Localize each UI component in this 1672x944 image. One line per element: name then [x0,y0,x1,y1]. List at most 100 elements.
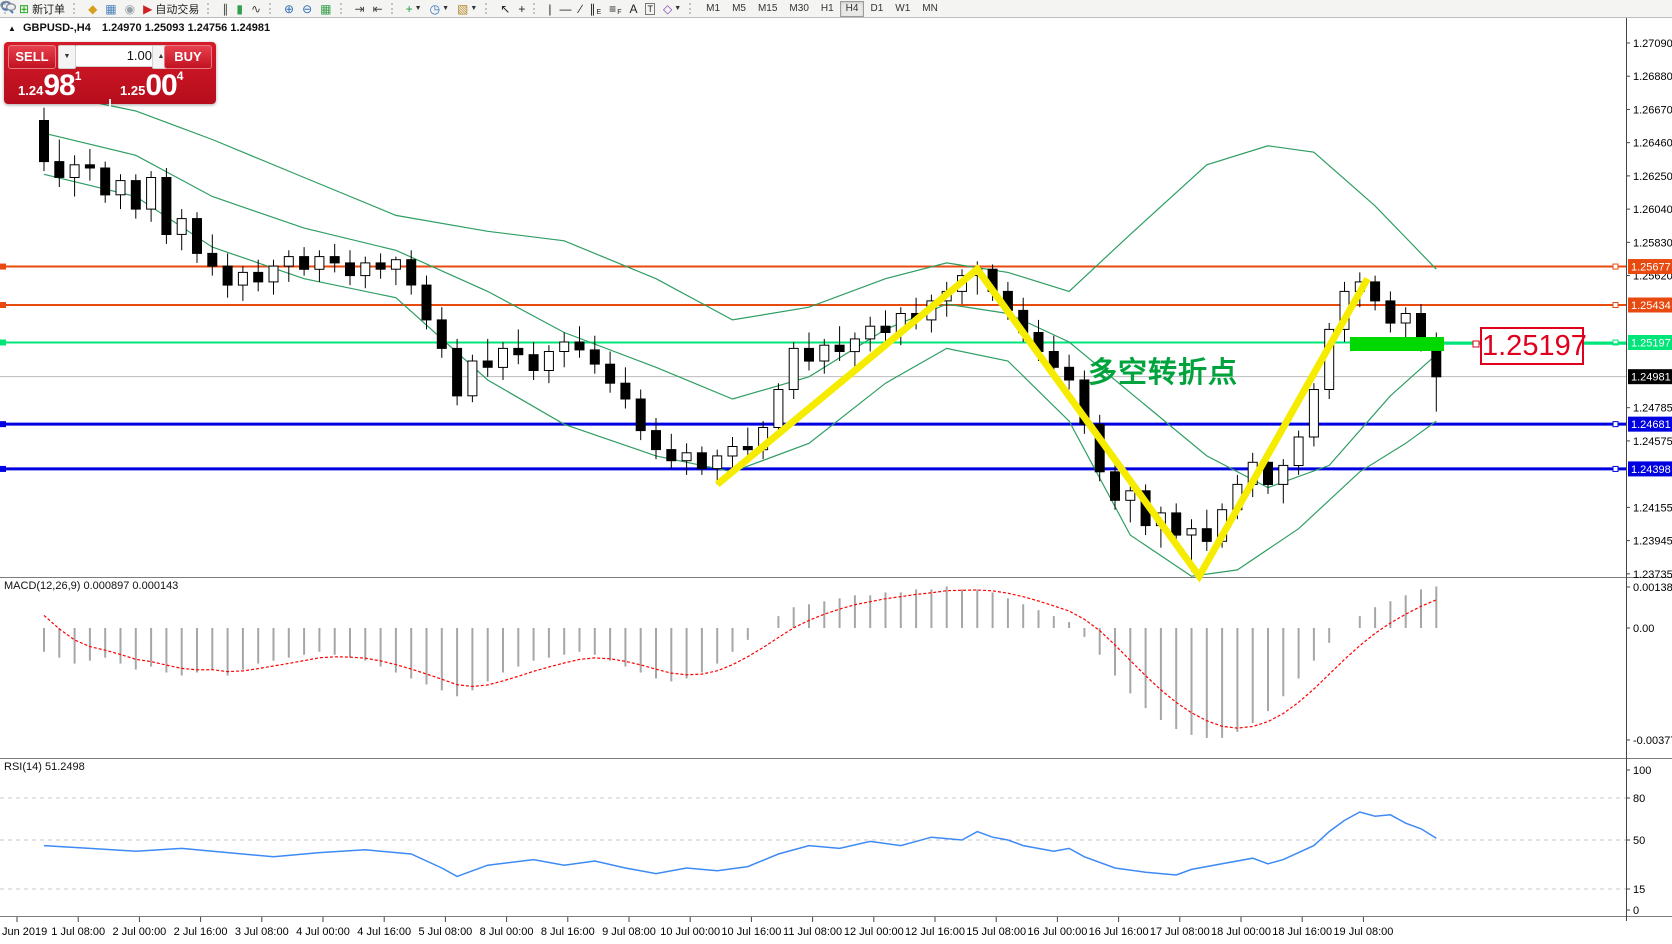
time-axis-label: 16 Jul 00:00 [1027,926,1087,938]
buy-price[interactable]: 1.25004 [120,69,183,103]
rsi-name: RSI(14) [4,761,42,773]
time-axis-label: 9 Jul 08:00 [602,926,656,938]
chevron-down-icon[interactable]: ▼ [674,5,681,12]
green-highlight-rectangle[interactable] [1350,337,1444,351]
cursor-button[interactable]: ↖ [496,0,514,17]
timeframe-mn-button[interactable]: MN [916,1,944,17]
timeframe-w1-button[interactable]: W1 [889,1,916,17]
rsi-axis-label: 15 [1633,884,1645,896]
macd-name: MACD(12,26,9) [4,580,80,592]
chevron-down-icon[interactable]: ▼ [442,5,449,12]
sell-price-big: 98 [43,69,74,102]
timeframe-h1-button[interactable]: H1 [815,1,840,17]
zoom-out-button[interactable]: ⊖ [298,0,316,17]
tile-windows-button[interactable]: ▦ [316,0,335,17]
data-window-button[interactable]: ▦ [101,0,120,17]
rsi-axis-label: 80 [1633,793,1645,805]
channel-button[interactable]: ∥E [586,0,606,17]
channel-icon: ∥ [590,3,596,15]
buy-button[interactable]: BUY [164,45,212,69]
time-axis-label: 28 Jun 2019 [0,926,47,938]
text-button[interactable]: A [625,0,641,17]
price-tag-label: 1.24398 [1631,464,1671,476]
new-order-button[interactable]: ⊞新订单 [15,0,69,17]
support-line-upper-handle[interactable] [1613,422,1618,427]
chevron-down-icon[interactable]: ▼ [470,5,477,12]
time-axis-label: 4 Jul 00:00 [296,926,350,938]
periods-button[interactable]: ◷▼ [426,0,453,17]
vertical-line-button[interactable]: | [544,0,555,17]
price-tag-label: 1.25434 [1631,300,1671,312]
bar-chart-icon: ∥ [222,3,228,15]
price-callout-box[interactable]: 1.25197 [1480,327,1584,365]
sell-button[interactable]: SELL [8,45,56,69]
time-axis-label: 10 Jul 00:00 [660,926,720,938]
candlestick-chart-button[interactable]: ▮ [232,0,247,17]
time-axis-label: 16 Jul 16:00 [1089,926,1149,938]
resistance-line-upper-left-anchor[interactable] [0,264,6,270]
main-toolbar: ⊞新订单 ◆ ▦ ◉▶自动交易 ∥ ▮ ∿ ⊕ ⊖ ▦ ⇥⇤ +▼◷▼▧▼ ↖ + | — ∕ ∥E≡F AT◇▼ M… [0,0,1672,18]
text-icon: A [629,3,637,15]
horizontal-line-button[interactable]: — [555,0,575,17]
price-tick-label: 1.24575 [1633,436,1672,448]
auto-scroll-button[interactable]: ⇥ [351,0,369,17]
candlestick-chart-icon: ▮ [236,3,243,15]
timeframe-m30-button[interactable]: M30 [783,1,814,17]
line-chart-button[interactable]: ∿ [247,0,265,17]
autotrading-button[interactable]: ▶自动交易 [139,0,203,17]
pivot-line-green-left-anchor[interactable] [0,340,6,346]
sell-price[interactable]: 1.24981 [18,69,81,103]
market-watch-icon: ◆ [88,3,97,15]
resistance-line-upper-handle[interactable] [1613,264,1618,269]
cursor-icon: ↖ [500,3,510,15]
volume-input[interactable]: 1.00 [75,45,161,67]
support-line-lower-left-anchor[interactable] [0,466,6,472]
crosshair-icon: + [518,3,525,15]
trendline-button[interactable]: ∕ [575,0,585,17]
macd-axis-label: 0.00 [1633,623,1654,635]
price-tick-label: 1.26880 [1633,71,1672,83]
volume-decrease-button[interactable]: ▼ [58,45,76,69]
horizontal-line-icon: — [559,3,571,15]
market-watch-button[interactable]: ◆ [84,0,101,17]
timeframe-m5-button[interactable]: M5 [726,1,752,17]
timeframe-m15-button[interactable]: M15 [752,1,783,17]
price-tick-label: 1.26670 [1633,104,1672,116]
bar-chart-button[interactable]: ∥ [218,0,232,17]
chevron-down-icon[interactable]: ▼ [415,5,422,12]
resistance-line-lower-left-anchor[interactable] [0,302,6,308]
rsi-axis-label: 0 [1633,905,1639,917]
zoom-in-button[interactable]: ⊕ [280,0,298,17]
signals-button[interactable]: ◉ [121,0,139,17]
macd-indicator-label: MACD(12,26,9) 0.000897 0.000143 [4,580,178,592]
price-tick-label: 1.23735 [1633,569,1672,581]
templates-button[interactable]: ▧▼ [453,0,481,17]
timeframe-d1-button[interactable]: D1 [864,1,889,17]
time-axis-label: 8 Jul 16:00 [541,926,595,938]
price-tag-label: 1.24681 [1631,419,1671,431]
text-label-button[interactable]: T [641,0,659,17]
price-tick-label: 1.26460 [1633,138,1672,150]
price-chart-canvas[interactable]: 1.270901.268801.266701.264601.262501.260… [0,0,1672,944]
collapse-arrow-icon[interactable]: ▲ [8,24,16,33]
timeframe-h4-button[interactable]: H4 [840,1,865,17]
zoom-out-icon: ⊖ [302,3,312,15]
data-window-icon: ▦ [105,3,116,15]
macd-axis-label: 0.001381 [1633,582,1672,594]
fibonacci-button[interactable]: ≡F [605,0,625,17]
timeframe-m1-button[interactable]: M1 [700,1,726,17]
time-axis-label: 19 Jul 08:00 [1333,926,1393,938]
turning-point-annotation[interactable]: 多空转折点 [1088,349,1238,391]
arrows-button[interactable]: ◇▼ [659,0,685,17]
resistance-line-lower-handle[interactable] [1613,303,1618,308]
trendline-icon: ∕ [579,3,581,15]
chart-shift-button[interactable]: ⇤ [369,0,387,17]
crosshair-button[interactable]: + [514,0,529,17]
new-order-icon: ⊞ [19,3,29,15]
time-axis-label: 2 Jul 00:00 [112,926,166,938]
time-axis-label: 12 Jul 00:00 [844,926,904,938]
indicators-button[interactable]: +▼ [402,0,426,17]
support-line-upper-left-anchor[interactable] [0,421,6,427]
support-line-lower-handle[interactable] [1613,466,1618,471]
callout-anchor-handle[interactable] [1473,341,1479,347]
